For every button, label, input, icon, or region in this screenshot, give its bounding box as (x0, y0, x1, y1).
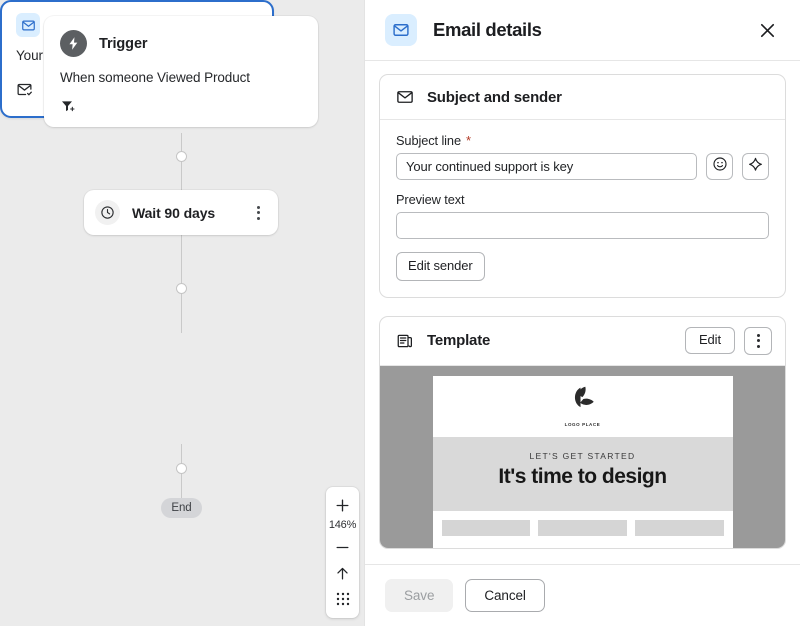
template-column-block (441, 519, 531, 536)
subject-and-sender-card: Subject and sender Subject line * Your c… (379, 74, 786, 298)
envelope-icon (16, 13, 40, 37)
subject-line-label-text: Subject line (396, 133, 461, 148)
panel-footer: Save Cancel (365, 564, 800, 626)
template-preview[interactable]: LOGO PLACE LET'S GET STARTED It's time t… (380, 365, 785, 548)
trigger-description: When someone Viewed Product (60, 70, 250, 85)
template-columns (432, 510, 733, 536)
template-column-block (634, 519, 724, 536)
wait-node-label: Wait 90 days (132, 204, 216, 221)
end-node: End (161, 498, 202, 518)
zoom-toolbar[interactable]: 146% (326, 487, 359, 618)
panel-title: Email details (433, 19, 542, 40)
preview-text-label: Preview text (396, 192, 769, 207)
close-x-icon[interactable] (754, 17, 780, 43)
trigger-header: Trigger (60, 30, 302, 57)
template-column-block (538, 519, 627, 536)
template-preview-sheet: LOGO PLACE LET'S GET STARTED It's time t… (432, 375, 733, 548)
preview-text-label-text: Preview text (396, 192, 465, 207)
save-button[interactable]: Save (385, 579, 454, 612)
wait-node[interactable]: Wait 90 days (84, 190, 278, 235)
trigger-title: Trigger (99, 35, 148, 52)
trigger-node[interactable]: Trigger When someone Viewed Product (44, 16, 318, 127)
subject-line-input[interactable] (396, 153, 697, 180)
grid-dots-icon[interactable] (326, 586, 359, 612)
email-details-panel: Email details Subject and sender Subject… (364, 0, 800, 626)
clock-icon (95, 200, 120, 225)
ai-generate-button[interactable] (742, 153, 769, 180)
preview-text-input[interactable] (396, 212, 769, 239)
zoom-in-button[interactable] (326, 492, 359, 518)
template-hero: LET'S GET STARTED It's time to design (432, 436, 733, 511)
template-headline-text: It's time to design (498, 464, 667, 488)
connector-trigger-wait (181, 133, 182, 191)
envelope-check-icon (16, 81, 33, 98)
leaf-logo-icon (567, 386, 598, 420)
edit-sender-button[interactable]: Edit sender (396, 252, 485, 281)
subject-line-label: Subject line * (396, 133, 769, 148)
template-kicker-text: LET'S GET STARTED (529, 450, 636, 461)
filter-funnel-icon[interactable] (60, 97, 78, 115)
smiley-face-icon (712, 156, 728, 177)
fit-to-view-button[interactable] (326, 560, 359, 586)
template-menu-button[interactable] (744, 326, 772, 355)
envelope-icon (396, 88, 414, 106)
zoom-out-button[interactable] (326, 534, 359, 560)
subject-line-row (396, 153, 769, 180)
envelope-icon (385, 14, 417, 46)
template-logo-text: LOGO PLACE (564, 421, 601, 427)
emoji-picker-button[interactable] (706, 153, 733, 180)
template-card-title: Template (427, 332, 491, 350)
workflow-canvas[interactable]: Trigger When someone Viewed Product Wait… (0, 0, 364, 626)
connector-node-3[interactable] (176, 463, 187, 474)
lightning-bolt-icon (60, 30, 87, 57)
panel-content: Subject and sender Subject line * Your c… (365, 61, 800, 564)
template-layout-icon (396, 332, 414, 350)
app-root: Trigger When someone Viewed Product Wait… (0, 0, 800, 626)
subject-card-body: Subject line * Your continued support is… (380, 120, 785, 297)
subject-card-title: Subject and sender (427, 88, 562, 106)
template-card: Template Edit LOGO PLACE LET'S GET START… (379, 315, 786, 549)
required-marker: * (465, 133, 471, 148)
cancel-button[interactable]: Cancel (465, 579, 545, 612)
template-edit-button[interactable]: Edit (684, 327, 735, 355)
wait-node-menu-button[interactable] (250, 205, 266, 220)
connector-node-1[interactable] (176, 151, 187, 162)
sparkle-icon (747, 156, 764, 178)
template-card-actions: Edit (684, 326, 772, 355)
zoom-level-label: 146% (328, 519, 357, 531)
template-card-header: Template Edit (380, 317, 785, 366)
edit-sender-row: Edit sender (396, 252, 769, 281)
connector-node-2[interactable] (176, 283, 187, 294)
subject-card-header: Subject and sender (380, 75, 785, 120)
template-logo-area: LOGO PLACE (432, 375, 733, 437)
panel-header: Email details (365, 0, 800, 61)
